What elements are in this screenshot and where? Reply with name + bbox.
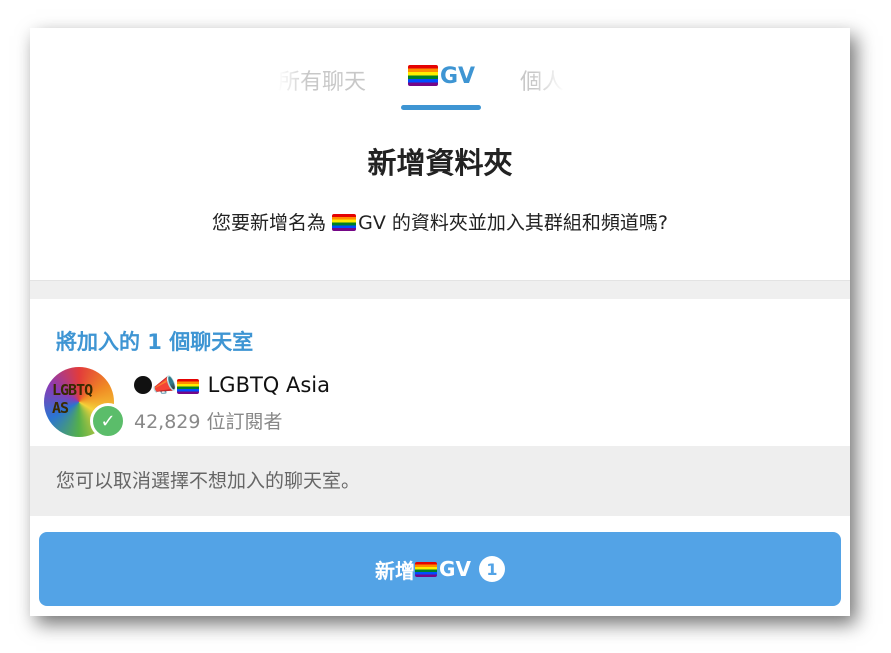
megaphone-icon: 📣 (152, 373, 177, 397)
tab-all-chats[interactable]: 所有聊天 (278, 64, 366, 96)
avatar-text: LGBTQ AS (52, 381, 93, 417)
count-badge: 1 (478, 556, 505, 582)
avatar-line2: AS (52, 399, 69, 417)
tab-personal[interactable]: 個人 (520, 64, 564, 96)
chats-to-add-header: 將加入的 1 個聊天室 (56, 330, 254, 354)
dialog-description: 您要新增名為 GV 的資料夾並加入其群組和頻道嗎? (30, 208, 850, 235)
desc-prefix: 您要新增名為 (212, 212, 333, 234)
add-folder-dialog: 所有聊天 GV 個人 新增資料夾 您要新增名為 GV 的資料夾並加入其群組和頻道… (30, 28, 850, 616)
dialog-title: 新增資料夾 (367, 146, 513, 180)
section-divider (30, 280, 850, 299)
rainbow-flag-icon (332, 214, 357, 231)
add-button-prefix: 新增 (375, 558, 416, 583)
rainbow-flag-icon (415, 561, 438, 577)
tab-gv[interactable]: GV (408, 64, 475, 89)
add-folder-button[interactable]: 新增 GV 1 (39, 532, 841, 606)
desc-folder-name: GV (358, 212, 386, 234)
tab-gv-label: GV (440, 64, 476, 89)
black-circle-icon (134, 376, 152, 394)
folder-tabs: 所有聊天 GV 個人 (30, 28, 850, 110)
chat-name-text: LGBTQ Asia (207, 373, 331, 397)
add-button-folder: GV (439, 557, 471, 581)
info-text: 您可以取消選擇不想加入的聊天室。 (56, 470, 361, 492)
desc-suffix: 的資料夾並加入其群組和頻道嗎? (385, 212, 668, 234)
chat-name: 📣 LGBTQ Asia (134, 373, 330, 397)
subscriber-count: 42,829 位訂閱者 (134, 411, 283, 433)
rainbow-flag-icon (408, 65, 438, 86)
chat-row[interactable]: LGBTQ AS ✓ 📣 LGBTQ Asia 42,829 位訂閱者 (44, 365, 844, 445)
check-icon[interactable]: ✓ (90, 403, 126, 439)
avatar-line1: LGBTQ (52, 381, 93, 399)
rainbow-flag-icon (176, 379, 199, 394)
active-tab-indicator (401, 105, 481, 110)
